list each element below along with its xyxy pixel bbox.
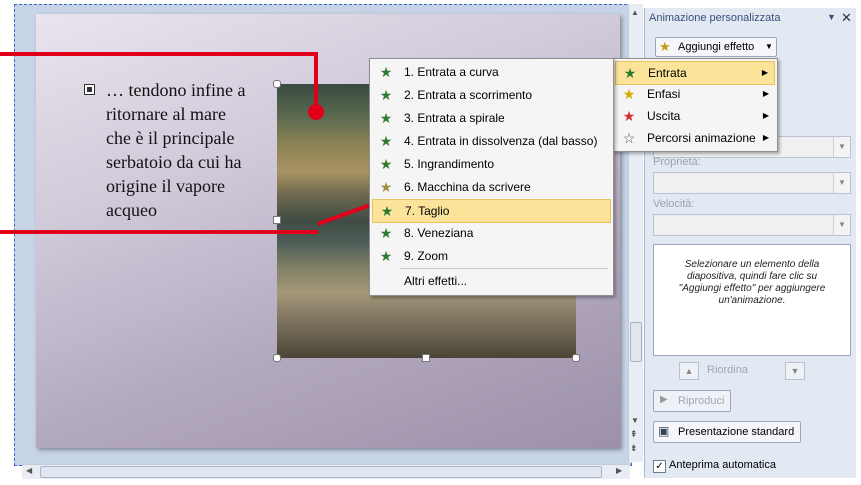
menu-item-label: 9. Zoom	[404, 249, 449, 263]
chevron-down-icon: ▼	[833, 137, 850, 157]
chevron-down-icon: ▼	[833, 173, 850, 193]
entrance-effects-menu: ★ 1. Entrata a curva ★ 2. Entrata a scor…	[369, 58, 614, 296]
resize-handle[interactable]	[273, 216, 281, 224]
menu-item-label: 5. Ingrandimento	[404, 157, 495, 171]
menu-item-effect[interactable]: ★ 1. Entrata a curva	[372, 61, 611, 83]
star-blinds-icon: ★	[379, 225, 393, 241]
scroll-left-icon[interactable]: ◀	[26, 466, 32, 475]
menu-item-effect-selected[interactable]: ★ 7. Taglio	[372, 199, 611, 223]
menu-item-label: 7. Taglio	[405, 204, 450, 218]
menu-item-label: Enfasi	[647, 87, 681, 101]
menu-item-enfasi[interactable]: ★ Enfasi ▶	[615, 83, 775, 105]
slide-body-text[interactable]: … tendono infine a ritornare al mare che…	[106, 78, 246, 222]
slideshow-icon: ▣	[658, 424, 670, 438]
star-zoom2-icon: ★	[379, 248, 393, 264]
resize-handle[interactable]	[422, 354, 430, 362]
play-button[interactable]: ▶ Riproduci	[653, 390, 731, 412]
property-label: Proprietà:	[653, 156, 701, 168]
close-icon[interactable]: ✕	[841, 10, 852, 26]
menu-item-label: 6. Macchina da scrivere	[404, 180, 531, 194]
menu-item-effect[interactable]: ★ 6. Macchina da scrivere	[372, 176, 611, 198]
reorder-label: Riordina	[707, 364, 748, 376]
pane-title: Animazione personalizzata	[649, 12, 781, 24]
star-slide-icon: ★	[379, 87, 393, 103]
speed-label: Velocità:	[653, 198, 695, 210]
next-slide-icon[interactable]: ⇟	[630, 444, 638, 453]
menu-item-label: Uscita	[647, 109, 681, 123]
emphasis-star-icon: ★	[622, 86, 636, 102]
star-icon: ★	[659, 39, 671, 54]
menu-item-label: 8. Veneziana	[404, 226, 474, 240]
star-cut-icon: ★	[380, 203, 394, 219]
horizontal-scroll-thumb[interactable]	[40, 466, 602, 478]
add-effect-button[interactable]: ★ Aggiungi effetto ▼	[655, 37, 777, 57]
speed-dropdown[interactable]: ▼	[653, 214, 851, 236]
resize-handle[interactable]	[572, 354, 580, 362]
menu-item-label: Altri effetti...	[404, 274, 468, 288]
move-down-icon[interactable]: ▼	[785, 362, 805, 380]
animation-list[interactable]: Selezionare un elemento della diapositiv…	[653, 244, 851, 356]
prev-slide-icon[interactable]: ⇞	[630, 430, 638, 439]
chevron-down-icon: ▼	[833, 215, 850, 235]
property-dropdown[interactable]: ▼	[653, 172, 851, 194]
bullet-icon	[84, 84, 95, 95]
star-fade-icon: ★	[379, 133, 393, 149]
resize-handle[interactable]	[273, 80, 281, 88]
menu-item-effect[interactable]: ★ 5. Ingrandimento	[372, 153, 611, 175]
menu-item-label: Percorsi animazione	[647, 131, 756, 145]
menu-item-uscita[interactable]: ★ Uscita ▶	[615, 105, 775, 127]
menu-item-percorsi[interactable]: ☆ Percorsi animazione ▶	[615, 127, 775, 149]
menu-item-effect[interactable]: ★ 3. Entrata a spirale	[372, 107, 611, 129]
resize-handle[interactable]	[273, 354, 281, 362]
star-typewriter-icon: ★	[379, 179, 393, 195]
annotation-line	[0, 52, 318, 56]
menu-item-label: 4. Entrata in dissolvenza (dal basso)	[404, 134, 598, 148]
annotation-line	[0, 230, 318, 234]
chevron-right-icon: ▶	[761, 68, 768, 77]
pane-menu-icon[interactable]: ▼	[827, 12, 836, 22]
motion-path-star-icon: ☆	[622, 130, 636, 146]
entrance-star-icon: ★	[623, 65, 637, 81]
add-effect-label: Aggiungi effetto	[678, 41, 755, 53]
annotation-dot	[308, 104, 324, 120]
star-zoom-icon: ★	[379, 156, 393, 172]
menu-divider	[400, 268, 608, 269]
animation-list-hint: Selezionare un elemento della diapositiv…	[678, 259, 826, 306]
menu-item-label: 3. Entrata a spirale	[404, 111, 505, 125]
autopreview-checkbox[interactable]: ✓	[653, 460, 666, 473]
play-icon: ▶	[660, 394, 668, 405]
slideshow-button[interactable]: ▣ Presentazione standard	[653, 421, 801, 443]
chevron-right-icon: ▶	[762, 133, 769, 142]
move-up-icon[interactable]: ▲	[679, 362, 699, 380]
menu-item-more-effects[interactable]: Altri effetti...	[372, 270, 611, 292]
menu-item-effect[interactable]: ★ 2. Entrata a scorrimento	[372, 84, 611, 106]
chevron-down-icon: ▼	[765, 42, 773, 51]
menu-item-effect[interactable]: ★ 8. Veneziana	[372, 222, 611, 244]
exit-star-icon: ★	[622, 108, 636, 124]
vertical-scroll-thumb[interactable]	[630, 322, 642, 362]
effect-category-menu: ★ Entrata ▶ ★ Enfasi ▶ ★ Uscita ▶ ☆ Perc…	[612, 58, 778, 152]
menu-item-effect[interactable]: ★ 9. Zoom	[372, 245, 611, 267]
slideshow-label: Presentazione standard	[678, 426, 795, 438]
autopreview-label: Anteprima automatica	[669, 459, 776, 471]
scroll-up-icon[interactable]: ▲	[631, 8, 639, 17]
menu-item-effect[interactable]: ★ 4. Entrata in dissolvenza (dal basso)	[372, 130, 611, 152]
star-spiral-icon: ★	[379, 110, 393, 126]
scroll-right-icon[interactable]: ▶	[616, 466, 622, 475]
chevron-right-icon: ▶	[762, 89, 769, 98]
menu-item-entrata[interactable]: ★ Entrata ▶	[615, 61, 775, 85]
menu-item-label: 1. Entrata a curva	[404, 65, 499, 79]
play-label: Riproduci	[678, 395, 725, 407]
menu-item-label: Entrata	[648, 66, 687, 80]
menu-item-label: 2. Entrata a scorrimento	[404, 88, 533, 102]
scroll-down-icon[interactable]: ▼	[631, 416, 639, 425]
chevron-right-icon: ▶	[762, 111, 769, 120]
star-curve-icon: ★	[379, 64, 393, 80]
